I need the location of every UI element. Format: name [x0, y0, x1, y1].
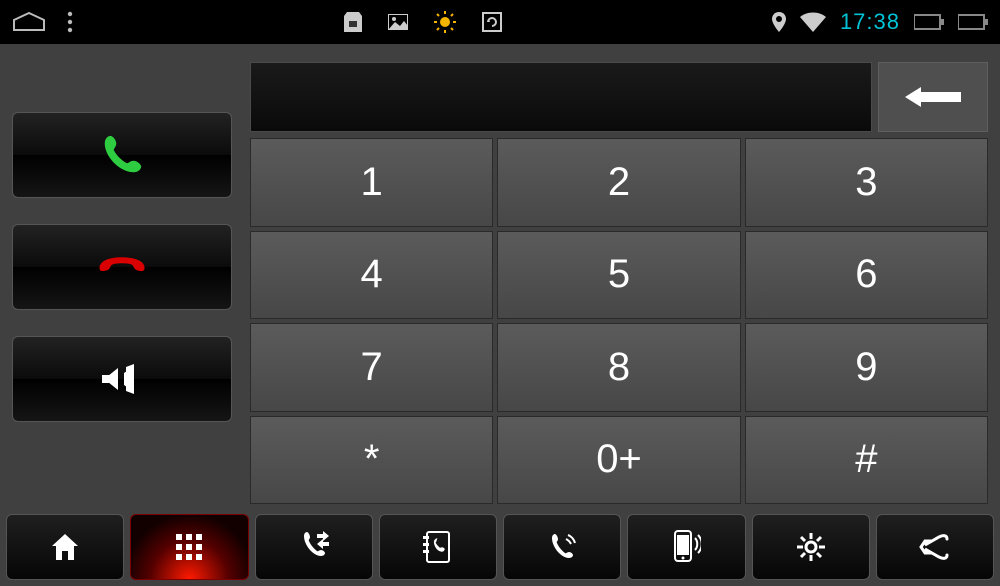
bottom-nav: [0, 508, 1000, 586]
wifi-icon: [800, 12, 826, 32]
key-8[interactable]: 8: [497, 323, 740, 412]
clock-text: 17:38: [840, 9, 900, 35]
nav-home[interactable]: [6, 514, 124, 580]
nav-recent[interactable]: [503, 514, 621, 580]
sd-card-icon: [344, 12, 362, 32]
battery1-icon: [914, 13, 944, 31]
call-button[interactable]: [12, 112, 232, 198]
key-6[interactable]: 6: [745, 231, 988, 320]
number-display: [250, 62, 872, 132]
menu-dots-icon: [66, 10, 74, 34]
mute-button[interactable]: [12, 336, 232, 422]
nav-call-log[interactable]: [255, 514, 373, 580]
end-call-button[interactable]: [12, 224, 232, 310]
nav-sms[interactable]: [627, 514, 745, 580]
image-icon: [388, 14, 408, 30]
key-0[interactable]: 0+: [497, 416, 740, 505]
dialpad-area: 1 2 3 4 5 6 7 8 9 * 0+ #: [250, 62, 988, 504]
key-hash[interactable]: #: [745, 416, 988, 505]
key-1[interactable]: 1: [250, 138, 493, 227]
key-3[interactable]: 3: [745, 138, 988, 227]
nav-settings[interactable]: [752, 514, 870, 580]
call-controls: [12, 62, 232, 504]
sync-icon: [482, 12, 502, 32]
nav-back[interactable]: [876, 514, 994, 580]
key-star[interactable]: *: [250, 416, 493, 505]
home-outline-icon: [12, 12, 46, 32]
key-4[interactable]: 4: [250, 231, 493, 320]
status-bar: 17:38: [0, 0, 1000, 44]
nav-dialpad[interactable]: [130, 514, 248, 580]
key-9[interactable]: 9: [745, 323, 988, 412]
nav-contacts[interactable]: [379, 514, 497, 580]
key-2[interactable]: 2: [497, 138, 740, 227]
backspace-button[interactable]: [878, 62, 988, 132]
brightness-icon: [434, 11, 456, 33]
key-7[interactable]: 7: [250, 323, 493, 412]
location-icon: [772, 12, 786, 32]
battery2-icon: [958, 13, 988, 31]
key-5[interactable]: 5: [497, 231, 740, 320]
keypad: 1 2 3 4 5 6 7 8 9 * 0+ #: [250, 138, 988, 504]
